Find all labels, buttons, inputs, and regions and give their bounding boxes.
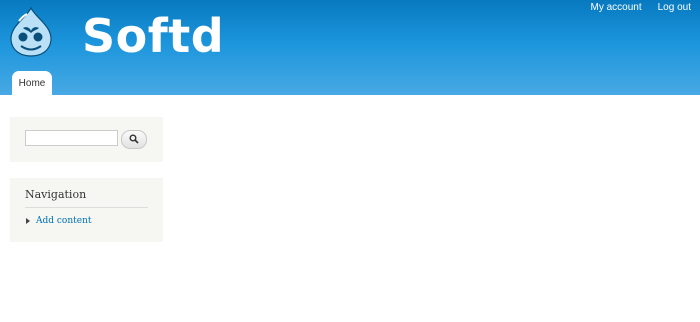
bullet-icon [26,218,30,224]
site-name[interactable]: Softd [82,6,224,66]
my-account-link[interactable]: My account [590,2,641,13]
nav-item-label[interactable]: Add content [36,216,92,226]
search-block [10,117,163,162]
tab-home[interactable]: Home [12,71,52,95]
log-out-link[interactable]: Log out [658,2,691,13]
search-input[interactable] [25,130,118,146]
drupal-drop-icon[interactable] [8,6,54,58]
navigation-title: Navigation [25,188,148,208]
navigation-block: Navigation Add content [10,178,163,242]
nav-item-add-content[interactable]: Add content [26,216,92,226]
secondary-menu: My account Log out [590,2,691,13]
search-icon [129,134,139,144]
search-button[interactable] [121,130,147,149]
site-header: Softd My account Log out Home [0,0,700,95]
